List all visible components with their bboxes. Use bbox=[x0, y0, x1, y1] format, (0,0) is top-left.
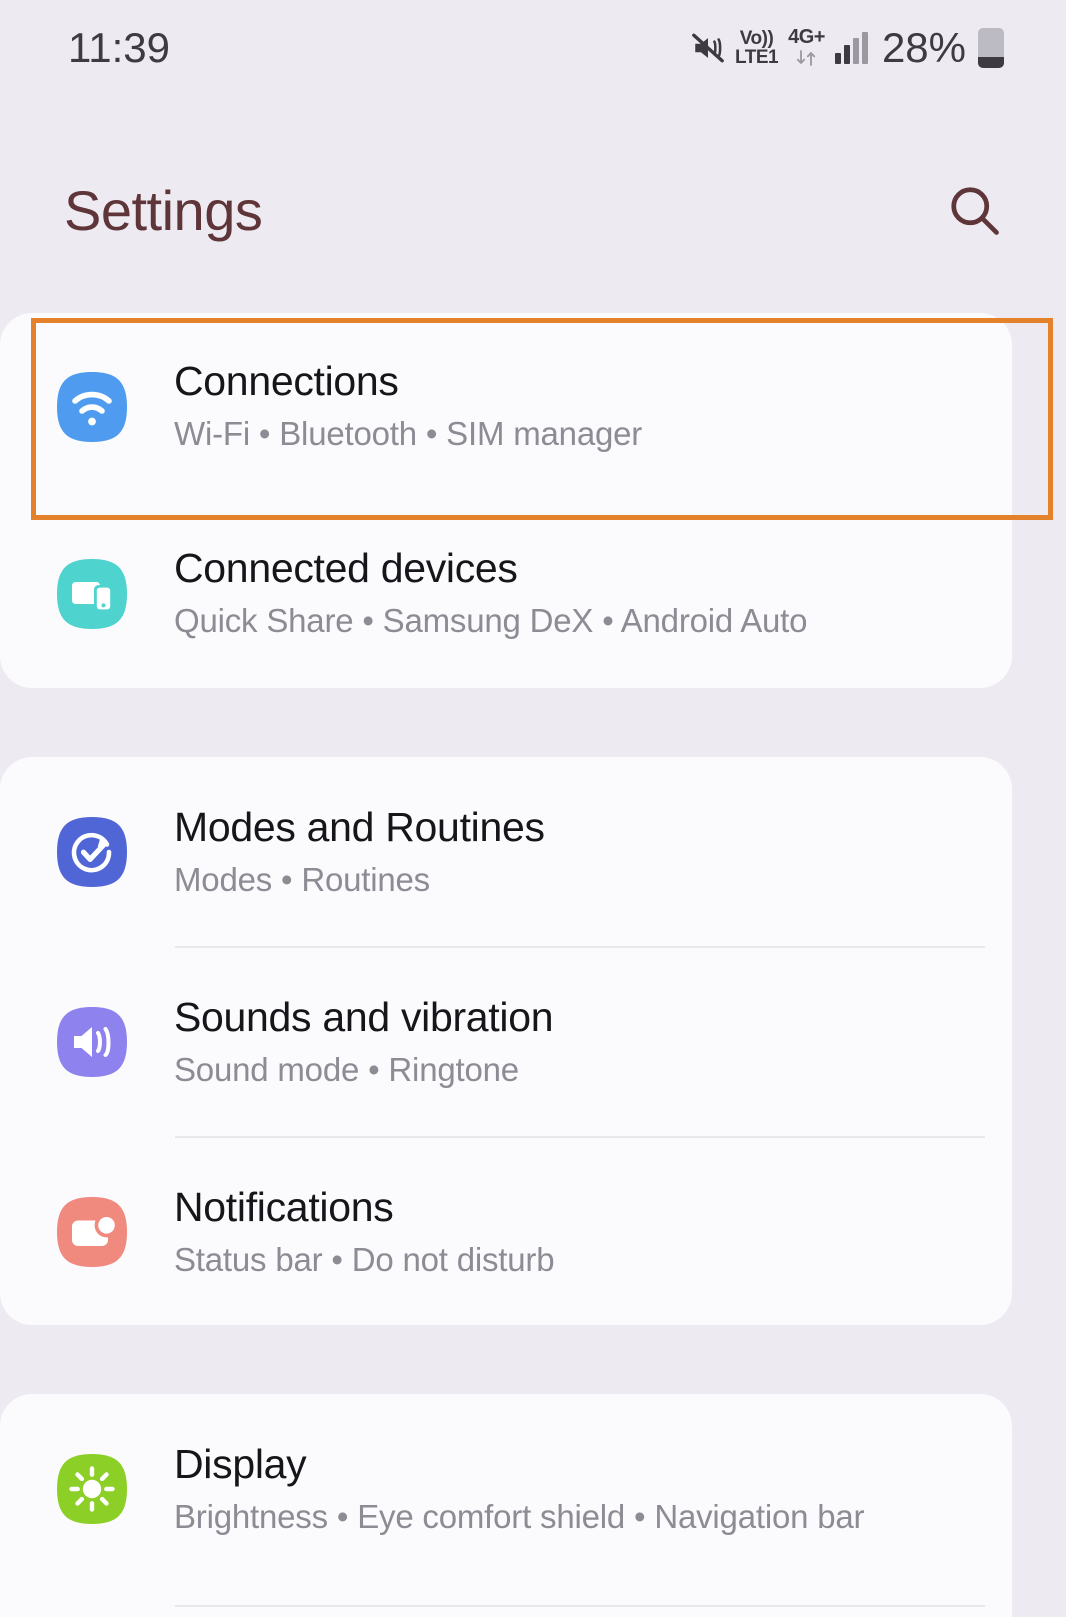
row-subtitle: Modes • Routines bbox=[174, 860, 430, 898]
status-bar: 11:39 Vo)) LTE1 4G+ 28% bbox=[0, 0, 1066, 96]
signal-bars-icon bbox=[834, 32, 868, 64]
speaker-icon bbox=[55, 1005, 129, 1079]
settings-card-display: Display Brightness • Eye comfort shield … bbox=[0, 1394, 1012, 1617]
page-title: Settings bbox=[64, 178, 263, 242]
row-text: Sounds and vibration Sound mode • Ringto… bbox=[174, 993, 554, 1090]
row-text: Modes and Routines Modes • Routines bbox=[174, 803, 545, 900]
data-transfer-arrows-icon bbox=[796, 50, 815, 66]
row-text: Connections Wi-Fi • Bluetooth • SIM mana… bbox=[174, 358, 643, 454]
row-title: Notifications bbox=[174, 1183, 394, 1230]
connected-devices-icon bbox=[55, 557, 129, 631]
search-button[interactable] bbox=[942, 178, 1006, 242]
sidebar-item-modes-and-routines[interactable]: Modes and Routines Modes • Routines bbox=[0, 757, 1012, 947]
row-subtitle: Wi-Fi • Bluetooth • SIM manager bbox=[174, 415, 643, 453]
page-header: Settings bbox=[0, 150, 1066, 270]
row-title: Connections bbox=[174, 358, 399, 405]
sidebar-item-connections[interactable]: Connections Wi-Fi • Bluetooth • SIM mana… bbox=[0, 313, 1012, 500]
sidebar-item-notifications[interactable]: Notifications Status bar • Do not distur… bbox=[0, 1137, 1012, 1327]
sidebar-item-connected-devices[interactable]: Connected devices Quick Share • Samsung … bbox=[0, 500, 1012, 687]
brightness-sun-icon bbox=[55, 1452, 129, 1526]
row-divider bbox=[175, 1605, 985, 1607]
row-title: Modes and Routines bbox=[174, 803, 545, 850]
settings-card-device: Modes and Routines Modes • Routines Soun… bbox=[0, 757, 1012, 1325]
volte-indicator: Vo)) LTE1 bbox=[735, 28, 779, 68]
battery-percent-label: 28% bbox=[881, 24, 966, 71]
row-text: Notifications Status bar • Do not distur… bbox=[174, 1183, 555, 1280]
network-type-indicator: 4G+ bbox=[788, 27, 825, 69]
volte-label-bottom: LTE1 bbox=[735, 47, 779, 68]
row-title: Connected devices bbox=[174, 545, 518, 592]
status-bar-clock: 11:39 bbox=[68, 24, 170, 71]
row-subtitle: Brightness • Eye comfort shield • Naviga… bbox=[174, 1497, 865, 1535]
modes-routines-icon bbox=[55, 815, 129, 889]
row-text: Connected devices Quick Share • Samsung … bbox=[174, 545, 808, 641]
notification-icon bbox=[55, 1195, 129, 1269]
volte-label-top: Vo)) bbox=[739, 28, 774, 49]
row-subtitle: Sound mode • Ringtone bbox=[174, 1050, 519, 1088]
row-title: Sounds and vibration bbox=[174, 993, 554, 1040]
mute-vibrate-icon bbox=[692, 33, 724, 63]
row-title: Display bbox=[174, 1440, 307, 1487]
battery-icon bbox=[978, 28, 1004, 68]
row-subtitle: Status bar • Do not disturb bbox=[174, 1240, 555, 1278]
wifi-icon bbox=[55, 370, 129, 444]
search-icon bbox=[951, 187, 999, 235]
row-text: Display Brightness • Eye comfort shield … bbox=[174, 1440, 865, 1537]
sidebar-item-sounds-and-vibration[interactable]: Sounds and vibration Sound mode • Ringto… bbox=[0, 947, 1012, 1137]
network-type-label: 4G+ bbox=[788, 26, 825, 48]
sidebar-item-display[interactable]: Display Brightness • Eye comfort shield … bbox=[0, 1394, 1012, 1584]
settings-card-connections: Connections Wi-Fi • Bluetooth • SIM mana… bbox=[0, 313, 1012, 688]
status-bar-icons: Vo)) LTE1 4G+ 28% bbox=[691, 24, 1004, 72]
row-subtitle: Quick Share • Samsung DeX • Android Auto bbox=[174, 602, 808, 640]
